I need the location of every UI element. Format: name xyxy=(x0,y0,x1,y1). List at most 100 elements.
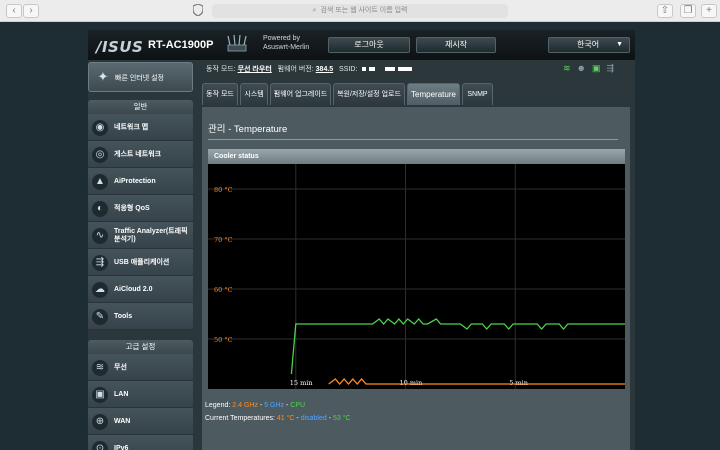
share-button[interactable]: ⇧ xyxy=(657,4,673,18)
aiprotection-icon: ▲ xyxy=(92,174,108,190)
firmware-label: 펌웨어 버전: xyxy=(277,66,314,73)
address-bar[interactable]: ⌕ 검색 또는 웹 사이트 이름 입력 xyxy=(212,4,508,18)
network-status-icon[interactable]: ▣ xyxy=(592,63,601,73)
current-5ghz: disabled xyxy=(300,415,327,422)
asus-logo: /ISUS xyxy=(96,38,144,56)
legend-5ghz: 5 GHz xyxy=(264,402,285,409)
router-page: /ISUS RT-AC1900P Powered by Asuswrt-Merl… xyxy=(88,30,635,450)
sidebar-item-label: AiProtection xyxy=(114,177,156,185)
y-tick-label: 70 °C xyxy=(214,236,233,244)
tab-temperature[interactable]: Temperature xyxy=(407,83,460,105)
legend-cpu: CPU xyxy=(290,402,306,409)
users-icon[interactable]: ☻ xyxy=(577,63,586,73)
logout-button[interactable]: 로그아웃 xyxy=(328,37,410,53)
usb-icon: ⇶ xyxy=(92,255,108,271)
general-menu: ◉ 네트워크 맵 ◎ 게스트 네트워크 ▲ AiProtection ◐ 적응형 QoS… xyxy=(88,114,193,330)
mode-label: 동작 모드: xyxy=(206,66,236,73)
new-tab-button[interactable]: + xyxy=(701,4,717,18)
sidebar-item-lan[interactable]: ▣ LAN xyxy=(88,381,193,408)
cooler-status-header: Cooler status xyxy=(208,149,625,164)
powered-line2: Asuswrt-Merlin xyxy=(263,44,310,51)
legend: Legend: 2.4 GHz - 5 GHz - CPU xyxy=(205,402,305,409)
sidebar-item-qos[interactable]: ◐ 적응형 QoS xyxy=(88,195,193,222)
tools-icon: ✎ xyxy=(92,309,108,325)
tab-restore-save-upload[interactable]: 복원/저장/설정 업로드 xyxy=(333,83,405,105)
sidebar-item-aicloud[interactable]: ☁ AiCloud 2.0 xyxy=(88,276,193,303)
chevron-down-icon: ▼ xyxy=(616,41,623,48)
current-temperatures: Current Temperatures: 41 °C - disabled -… xyxy=(205,415,351,422)
traffic-analyzer-icon: ∿ xyxy=(92,228,108,244)
network-map-icon: ◉ xyxy=(92,120,108,136)
sidebar-item-label: USB 애플리케이션 xyxy=(114,258,170,266)
quick-setup-icon: ✦ xyxy=(97,69,109,84)
sidebar-item-label: 적응형 QoS xyxy=(114,204,150,212)
forward-button[interactable]: › xyxy=(23,4,39,18)
x-tick-label: 10 min xyxy=(400,379,423,387)
language-select[interactable]: 한국어 ▼ xyxy=(548,37,630,53)
tabs-button[interactable]: ❐ xyxy=(680,4,696,18)
sidebar-item-label: 네트워크 맵 xyxy=(114,123,149,131)
wireless-icon: ≋ xyxy=(92,360,108,376)
sidebar-item-wireless[interactable]: ≋ 무선 xyxy=(88,354,193,381)
firmware-value[interactable]: 384.5 xyxy=(316,66,334,73)
status-icons: ≋ ☻ ▣ ⇶ xyxy=(563,63,620,74)
lan-icon: ▣ xyxy=(92,387,108,403)
sidebar-item-traffic-analyzer[interactable]: ∿ Traffic Analyzer(트래픽분석기) xyxy=(88,222,193,249)
sidebar-item-label: LAN xyxy=(114,390,129,398)
tab-firmware-upgrade[interactable]: 펌웨어 업그레이드 xyxy=(270,83,331,105)
current-prefix: Current Temperatures: xyxy=(205,415,275,422)
chart-svg: 80 °C 70 °C 60 °C 50 °C 15 min 10 min 5 min xyxy=(208,164,625,389)
router-icon xyxy=(225,34,249,54)
ssid-redacted xyxy=(362,67,367,72)
sidebar-item-label: 게스트 네트워크 xyxy=(114,150,162,158)
shield-icon[interactable] xyxy=(191,3,205,18)
sidebar-item-guest-network[interactable]: ◎ 게스트 네트워크 xyxy=(88,141,193,168)
x-tick-label: 15 min xyxy=(290,379,313,387)
usb-status-icon[interactable]: ⇶ xyxy=(607,63,615,73)
address-placeholder: 검색 또는 웹 사이트 이름 입력 xyxy=(320,7,408,14)
advanced-section-title: 고급 설정 xyxy=(88,340,193,354)
mode-value[interactable]: 무선 라우터 xyxy=(238,66,272,73)
quick-setup-label: 빠른 인터넷 설정 xyxy=(115,75,164,82)
router-header: /ISUS RT-AC1900P Powered by Asuswrt-Merl… xyxy=(88,30,635,60)
tab-snmp[interactable]: SNMP xyxy=(462,83,493,105)
y-tick-label: 60 °C xyxy=(214,286,233,294)
sidebar-item-label: AiCloud 2.0 xyxy=(114,285,153,293)
x-tick-label: 5 min xyxy=(509,379,528,387)
reboot-button[interactable]: 재시작 xyxy=(416,37,496,53)
tab-system[interactable]: 시스템 xyxy=(240,83,268,105)
ssid-redacted xyxy=(369,67,376,72)
tab-operation-mode[interactable]: 동작 모드 xyxy=(202,83,238,105)
general-section-title: 일반 xyxy=(88,100,193,114)
wan-icon: ⊕ xyxy=(92,414,108,430)
y-tick-label: 50 °C xyxy=(214,336,233,344)
sidebar-item-ipv6[interactable]: ⊙ IPv6 xyxy=(88,435,193,450)
current-24ghz: 41 °C xyxy=(276,415,295,422)
main-panel: 관리 - Temperature Cooler status 80 °C 70 °… xyxy=(202,107,630,450)
page-title: 관리 - Temperature xyxy=(208,124,288,135)
browser-toolbar: ‹ › ⌕ 검색 또는 웹 사이트 이름 입력 ⇧ ❐ + xyxy=(0,0,720,22)
legend-prefix: Legend: xyxy=(205,402,231,409)
powered-line1: Powered by xyxy=(263,35,300,42)
sidebar-item-aiprotection[interactable]: ▲ AiProtection xyxy=(88,168,193,195)
sidebar-item-wan[interactable]: ⊕ WAN xyxy=(88,408,193,435)
sidebar-item-label: Traffic Analyzer(트래픽분석기) xyxy=(114,227,188,243)
status-line: 동작 모드: 무선 라우터 펌웨어 버전: 384.5 SSID: xyxy=(206,64,413,74)
legend-24ghz: 2.4 GHz xyxy=(232,402,258,409)
sidebar-item-label: WAN xyxy=(114,417,131,425)
sidebar-item-label: IPv6 xyxy=(114,444,129,450)
series-line-cpu xyxy=(290,318,625,375)
model-name: RT-AC1900P xyxy=(148,39,214,51)
title-divider xyxy=(208,139,618,140)
sidebar-item-network-map[interactable]: ◉ 네트워크 맵 xyxy=(88,114,193,141)
quick-setup-button[interactable]: ✦ 빠른 인터넷 설정 xyxy=(88,62,193,92)
qos-gauge-icon: ◐ xyxy=(92,201,108,217)
back-button[interactable]: ‹ xyxy=(6,4,22,18)
wifi-icon[interactable]: ≋ xyxy=(563,63,571,73)
search-icon: ⌕ xyxy=(312,7,317,14)
sidebar-item-tools[interactable]: ✎ Tools xyxy=(88,303,193,330)
temperature-chart: 80 °C 70 °C 60 °C 50 °C 15 min 10 min 5 min xyxy=(208,164,625,389)
sidebar-item-usb[interactable]: ⇶ USB 애플리케이션 xyxy=(88,249,193,276)
language-value: 한국어 xyxy=(577,40,600,49)
y-tick-label: 80 °C xyxy=(214,186,233,194)
